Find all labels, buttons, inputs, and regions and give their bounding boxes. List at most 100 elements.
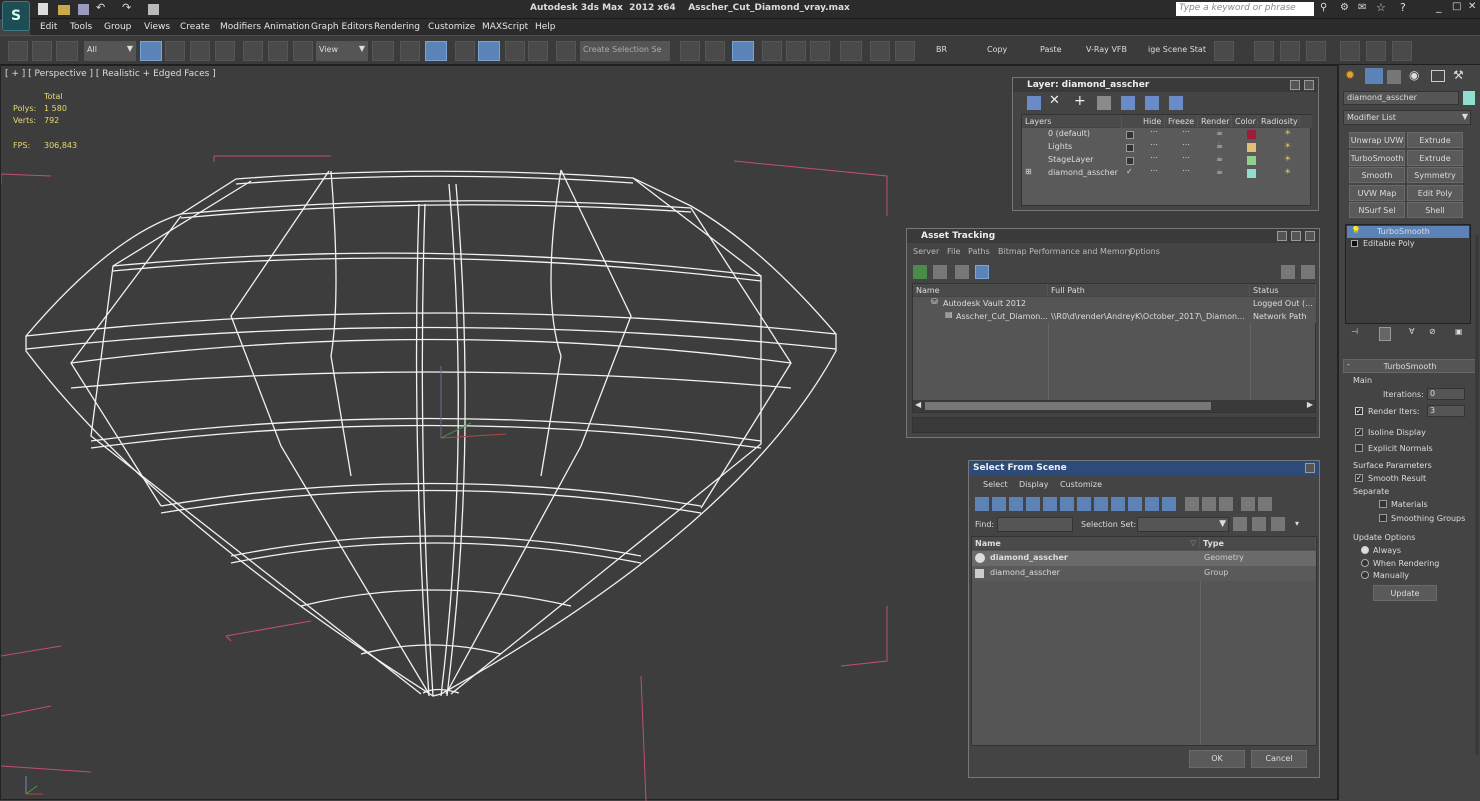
help-icon[interactable] — [1281, 265, 1295, 279]
close-icon[interactable] — [1304, 80, 1314, 90]
vray-vfb-button[interactable]: V-Ray VFB — [1086, 45, 1127, 54]
pivot-center-icon[interactable] — [372, 41, 394, 61]
undo-icon[interactable]: ↶ — [96, 1, 105, 14]
bones-filter-icon[interactable] — [1111, 497, 1125, 511]
menu-paths[interactable]: Paths — [968, 247, 990, 256]
col-name[interactable]: Name — [913, 284, 1048, 297]
snaps-toggle-icon[interactable] — [455, 41, 475, 61]
col-radiosity[interactable]: Radiosity — [1258, 115, 1300, 128]
render-teapot-icon[interactable]: ☕ — [1216, 167, 1223, 176]
script-tool-4-icon[interactable] — [1340, 41, 1360, 61]
layer-name[interactable]: 0 (default) — [1048, 129, 1090, 138]
select-by-name-icon[interactable] — [165, 41, 185, 61]
col-color[interactable]: Color — [1232, 115, 1258, 128]
menu-modifiers[interactable]: Modifiers — [220, 22, 261, 32]
link-icon[interactable] — [8, 41, 28, 61]
options-menu-icon[interactable]: ▾ — [1295, 519, 1299, 528]
refresh-icon[interactable] — [913, 265, 927, 279]
active-layer-checkbox[interactable] — [1126, 157, 1134, 165]
radiosity-icon[interactable]: ☀ — [1284, 167, 1291, 176]
br-button[interactable]: BR — [936, 45, 947, 54]
select-manipulate-icon[interactable] — [400, 41, 420, 61]
table-row[interactable]: ▤ Asscher_Cut_Diamon... \\R0\d\render\An… — [913, 310, 1317, 323]
geometry-filter-icon[interactable] — [975, 497, 989, 511]
lights-filter-icon[interactable] — [1009, 497, 1023, 511]
containers-filter-icon[interactable] — [1128, 497, 1142, 511]
remove-modifier-icon[interactable]: ⊘ — [1429, 327, 1436, 336]
add-to-layer-icon[interactable]: + — [1074, 93, 1086, 109]
layer-name[interactable]: StageLayer — [1048, 155, 1093, 164]
hide-toggle[interactable]: ⋯ — [1150, 127, 1158, 136]
select-none-icon[interactable] — [1252, 517, 1266, 531]
asset-tracking-window[interactable]: Asset Tracking Server File Paths Bitmap … — [906, 228, 1320, 438]
move-icon[interactable] — [243, 41, 263, 61]
render-iters-checkbox[interactable]: ✓ — [1355, 407, 1363, 415]
freeze-toggle[interactable]: ⋯ — [1182, 140, 1190, 149]
close-window-icon[interactable]: ✕ — [1468, 1, 1476, 12]
keyboard-shortcut-override-icon[interactable] — [425, 41, 447, 61]
menu-customize[interactable]: Customize — [428, 22, 475, 32]
freeze-toggle[interactable]: ⋯ — [1182, 127, 1190, 136]
redo-icon[interactable]: ↷ — [122, 1, 131, 14]
edit-named-selection-icon[interactable] — [556, 41, 576, 61]
freeze-toggle[interactable]: ⋯ — [1182, 153, 1190, 162]
iterations-spinner[interactable]: 0 — [1427, 388, 1465, 400]
create-layer-icon[interactable] — [1027, 96, 1041, 110]
render-teapot-icon[interactable]: ☕ — [1216, 128, 1223, 137]
menu-select[interactable]: Select — [983, 480, 1008, 489]
select-from-scene-dialog[interactable]: Select From Scene Select Display Customi… — [968, 460, 1320, 778]
script-tool-6-icon[interactable] — [1392, 41, 1412, 61]
scroll-right-icon[interactable]: ▶ — [1307, 400, 1313, 409]
highlight-selected-layer-icon[interactable] — [1121, 96, 1135, 110]
materials-checkbox[interactable] — [1379, 500, 1387, 508]
rectangular-selection-icon[interactable] — [190, 41, 210, 61]
script-tool-3-icon[interactable] — [1306, 41, 1326, 61]
menu-file[interactable]: File — [947, 247, 960, 256]
layer-list[interactable]: Layers Hide Freeze Render Color Radiosit… — [1021, 114, 1312, 206]
modify-tab-icon[interactable] — [1365, 68, 1383, 84]
scroll-thumb[interactable] — [925, 402, 1211, 410]
frozen-filter-icon[interactable] — [1145, 497, 1159, 511]
light-bulb-icon[interactable]: 💡 — [1351, 226, 1361, 235]
display-all-icon[interactable] — [1185, 497, 1199, 511]
menu-server[interactable]: Server — [913, 247, 939, 256]
freeze-unfreeze-all-icon[interactable] — [1169, 96, 1183, 110]
nsurf-sel-button[interactable]: NSurf Sel — [1349, 202, 1405, 218]
update-button[interactable]: Update — [1373, 585, 1437, 601]
menu-bitmap-performance[interactable]: Bitmap Performance and Memory — [998, 247, 1133, 256]
layer-color-swatch[interactable] — [1247, 143, 1256, 152]
cameras-filter-icon[interactable] — [1026, 497, 1040, 511]
menu-customize[interactable]: Customize — [1060, 480, 1102, 489]
col-status[interactable]: Status — [1250, 284, 1316, 297]
utilities-tab-icon[interactable]: ⚒ — [1453, 68, 1464, 82]
hide-unhide-all-icon[interactable] — [1145, 96, 1159, 110]
align-icon[interactable] — [705, 41, 725, 61]
symmetry-button[interactable]: Symmetry — [1407, 167, 1463, 183]
pin-stack-icon[interactable]: ⊣ — [1351, 327, 1358, 336]
favorites-icon[interactable]: ☆ — [1376, 1, 1386, 14]
filter-settings-icon[interactable] — [1258, 497, 1272, 511]
groups-filter-icon[interactable] — [1077, 497, 1091, 511]
layer-name[interactable]: diamond_asscher — [1048, 168, 1118, 177]
layer-row[interactable]: Lights ⋯ ⋯ ☕ ☀ — [1022, 140, 1312, 154]
render-teapot-icon[interactable]: ☕ — [1216, 154, 1223, 163]
script-tool-1-icon[interactable] — [1254, 41, 1274, 61]
col-full-path[interactable]: Full Path — [1048, 284, 1250, 297]
reference-coordinate-dropdown[interactable]: View ▼ — [316, 41, 368, 61]
layer-name[interactable]: Lights — [1048, 142, 1072, 151]
new-file-icon[interactable] — [38, 3, 48, 15]
layer-manager-window[interactable]: Layer: diamond_asscher ✕ + Layers Hide F… — [1012, 77, 1319, 211]
hide-toggle[interactable]: ⋯ — [1150, 166, 1158, 175]
radiosity-icon[interactable]: ☀ — [1284, 154, 1291, 163]
layer-window-title-bar[interactable]: Layer: diamond_asscher — [1013, 78, 1318, 92]
menu-group[interactable]: Group — [104, 22, 131, 32]
table-row[interactable]: ⛁ Autodesk Vault 2012 Logged Out (... — [913, 297, 1317, 310]
radiosity-icon[interactable]: ☀ — [1284, 128, 1291, 137]
list-item[interactable]: diamond_asscher Group — [972, 566, 1316, 581]
copy-button[interactable]: Copy — [987, 45, 1007, 54]
stack-item-turbosmooth[interactable]: 💡 TurboSmooth — [1347, 226, 1469, 238]
minimize-window-icon[interactable]: _ — [1436, 0, 1442, 13]
schematic-view-icon[interactable] — [810, 41, 830, 61]
find-input[interactable] — [997, 517, 1073, 532]
display-tab-icon[interactable] — [1431, 70, 1445, 82]
